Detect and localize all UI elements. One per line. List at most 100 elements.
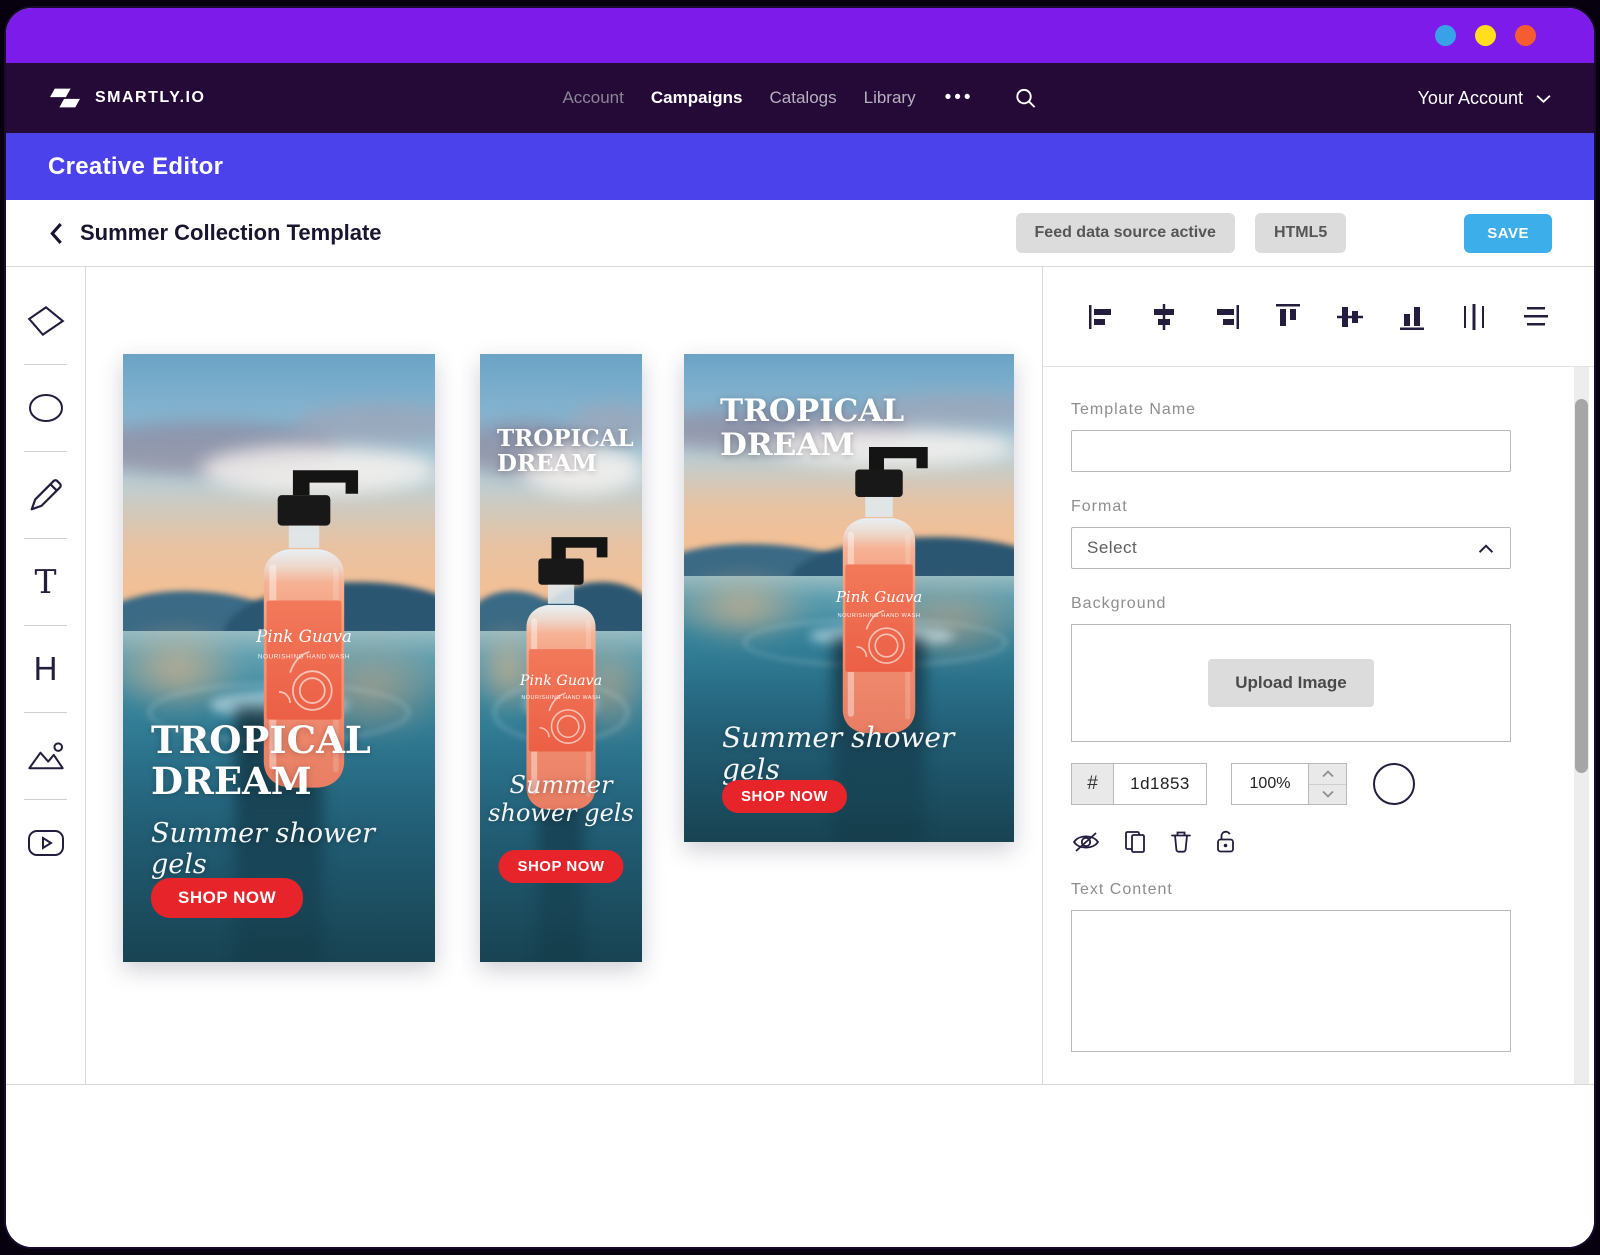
top-nav: SMARTLY.IO Account Campaigns Catalogs Li…: [6, 63, 1594, 133]
shape-diamond-tool[interactable]: [6, 277, 85, 364]
object-actions-row: [1071, 828, 1522, 855]
chevron-up-icon: [1477, 543, 1495, 554]
template-name-input[interactable]: [1071, 430, 1511, 472]
account-menu[interactable]: Your Account: [1418, 88, 1552, 109]
hex-color-input-group: # 1d1853: [1071, 763, 1207, 805]
inspector-fields: Template Name Format Select Background U…: [1043, 367, 1594, 1084]
nav-item-library[interactable]: Library: [864, 88, 916, 108]
background-label: Background: [1071, 595, 1522, 613]
distribute-vertical-button[interactable]: [1519, 300, 1553, 334]
text-tool-icon: T: [34, 565, 56, 598]
color-swatch[interactable]: [1373, 763, 1415, 805]
align-right-icon: [1211, 302, 1241, 332]
banner-subheadline: Summer shower gels: [151, 818, 435, 880]
format-select-value: Select: [1087, 538, 1137, 558]
eye-off-icon: [1071, 830, 1101, 854]
distribute-horizontal-icon: [1459, 302, 1489, 332]
format-select[interactable]: Select: [1071, 527, 1511, 569]
hex-color-input[interactable]: 1d1853: [1114, 764, 1206, 804]
smartly-logo-text: SMARTLY.IO: [95, 89, 205, 107]
banner-preview-vertical[interactable]: Pink Guava NOURISHING HAND WASH TROPICAL…: [123, 354, 435, 962]
image-tool[interactable]: [6, 712, 85, 799]
align-top-button[interactable]: [1271, 300, 1305, 334]
lock-button[interactable]: [1214, 828, 1237, 855]
distribute-vertical-icon: [1521, 302, 1551, 332]
video-tool[interactable]: [6, 799, 85, 886]
product-label-script: Pink Guava: [835, 588, 922, 606]
align-left-button[interactable]: [1085, 300, 1119, 334]
smartly-logo-icon: [48, 84, 82, 112]
banner-headline: TROPICAL DREAM: [497, 426, 632, 477]
unlock-icon: [1214, 828, 1237, 855]
align-right-button[interactable]: [1209, 300, 1243, 334]
scrollbar-thumb[interactable]: [1575, 399, 1588, 773]
format-label: Format: [1071, 498, 1522, 516]
pencil-tool[interactable]: [6, 451, 85, 538]
more-menu-icon[interactable]: •••: [945, 87, 974, 109]
nav-item-account[interactable]: Account: [562, 88, 623, 108]
format-badge: HTML5: [1255, 213, 1346, 253]
window-control-orange[interactable]: [1515, 25, 1536, 46]
align-left-icon: [1087, 302, 1117, 332]
delete-button[interactable]: [1169, 829, 1193, 855]
heading-tool[interactable]: H: [6, 625, 85, 712]
chevron-left-icon: [48, 222, 65, 245]
background-color-row: # 1d1853 100%: [1071, 763, 1522, 805]
product-label-script: Pink Guava: [255, 627, 352, 646]
hide-layer-button[interactable]: [1071, 830, 1101, 854]
banner-subheadline: Summer shower gels: [722, 722, 1014, 786]
align-middle-vertical-icon: [1335, 302, 1365, 332]
shape-ellipse-tool[interactable]: [6, 364, 85, 451]
document-header-actions: Feed data source active HTML5 SAVE: [1016, 213, 1552, 253]
banner-preview-portrait[interactable]: Pink Guava NOURISHING HAND WASH TROPICAL…: [684, 354, 1014, 842]
product-label-script: Pink Guava: [519, 673, 602, 689]
window-control-yellow[interactable]: [1475, 25, 1496, 46]
stepper-up-button[interactable]: [1309, 764, 1346, 784]
document-title: Summer Collection Template: [80, 220, 382, 246]
align-center-horizontal-button[interactable]: [1147, 300, 1181, 334]
video-icon: [26, 828, 66, 858]
main-area: T H: [6, 267, 1594, 1084]
stepper-up-icon: [1322, 770, 1334, 778]
search-icon[interactable]: [1015, 87, 1038, 110]
template-name-label: Template Name: [1071, 401, 1522, 419]
window-control-blue[interactable]: [1435, 25, 1456, 46]
shop-now-button[interactable]: SHOP NOW: [722, 780, 847, 813]
image-icon: [26, 739, 66, 773]
align-top-icon: [1273, 302, 1303, 332]
chevron-down-icon: [1535, 93, 1552, 104]
opacity-input[interactable]: 100%: [1232, 764, 1308, 804]
back-button[interactable]: [48, 222, 65, 245]
feed-status-badge: Feed data source active: [1016, 213, 1235, 253]
align-center-horizontal-icon: [1149, 302, 1179, 332]
product-bottle-image: Pink Guava NOURISHING HAND WASH: [804, 427, 954, 739]
trash-icon: [1169, 829, 1193, 855]
shop-now-button[interactable]: SHOP NOW: [151, 878, 303, 918]
diamond-icon: [25, 303, 67, 339]
inspector-scrollbar[interactable]: [1574, 367, 1589, 1084]
design-canvas[interactable]: Pink Guava NOURISHING HAND WASH TROPICAL…: [86, 267, 1042, 1084]
text-tool[interactable]: T: [6, 538, 85, 625]
duplicate-icon: [1122, 829, 1148, 855]
smartly-logo[interactable]: SMARTLY.IO: [48, 84, 205, 112]
document-header: Summer Collection Template Feed data sou…: [6, 200, 1594, 267]
nav-item-campaigns[interactable]: Campaigns: [651, 88, 743, 108]
save-button[interactable]: SAVE: [1464, 214, 1552, 253]
heading-tool-icon: H: [34, 652, 58, 685]
banner-preview-skyscraper[interactable]: Pink Guava NOURISHING HAND WASH TROPICAL…: [480, 354, 642, 962]
duplicate-button[interactable]: [1122, 829, 1148, 855]
align-bottom-button[interactable]: [1395, 300, 1429, 334]
upload-image-button[interactable]: Upload Image: [1208, 659, 1373, 707]
account-menu-label: Your Account: [1418, 88, 1523, 109]
nav-item-catalogs[interactable]: Catalogs: [770, 88, 837, 108]
hex-prefix: #: [1072, 764, 1114, 804]
nav-menu: Account Campaigns Catalogs Library •••: [562, 87, 1037, 110]
shop-now-button[interactable]: SHOP NOW: [498, 850, 623, 883]
banner-headline: TROPICAL DREAM: [720, 394, 960, 462]
page-title: Creative Editor: [48, 153, 223, 181]
stepper-down-button[interactable]: [1309, 784, 1346, 805]
background-dropzone[interactable]: Upload Image: [1071, 624, 1511, 742]
align-middle-vertical-button[interactable]: [1333, 300, 1367, 334]
distribute-horizontal-button[interactable]: [1457, 300, 1491, 334]
text-content-textarea[interactable]: [1071, 910, 1511, 1052]
